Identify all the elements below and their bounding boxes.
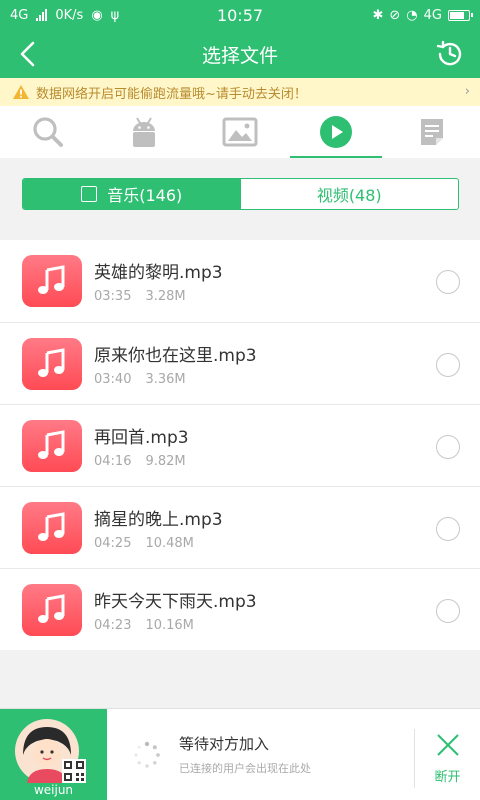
connection-panel: weijun 等待对方加入 已连接的用户会出现在此处 断开: [0, 708, 480, 800]
segment-music[interactable]: 音乐(146): [23, 179, 241, 209]
title-bar: 选择文件: [0, 30, 480, 78]
file-name: 昨天今天下雨天.mp3: [94, 591, 257, 612]
search-icon: [33, 117, 63, 147]
usb-icon: ψ: [110, 7, 120, 23]
signal-icon: [36, 9, 48, 21]
file-size: 3.28M: [145, 289, 186, 304]
qr-code-icon[interactable]: [62, 759, 86, 783]
file-list: 英雄的黎明.mp3 03:35 3.28M 原来你也在这里.mp3 03:40 3.…: [0, 240, 480, 650]
arrow-left-icon: [20, 41, 35, 67]
select-radio[interactable]: [436, 353, 460, 377]
android-icon: [133, 117, 155, 147]
music-note-icon: [22, 501, 82, 554]
file-name: 摘星的晚上.mp3: [94, 509, 223, 530]
data-warning-banner[interactable]: 数据网络开启可能偷跑流量哦~请手动去关闭！ ›: [0, 78, 480, 106]
file-name: 再回首.mp3: [94, 427, 189, 448]
tab-images[interactable]: [192, 106, 288, 158]
image-icon: [222, 117, 258, 147]
alarm-icon: ◔: [406, 7, 418, 23]
file-duration: 04:23: [94, 617, 132, 633]
warning-text: 数据网络开启可能偷跑流量哦~请手动去关闭！: [36, 86, 307, 102]
music-note-icon: [22, 255, 82, 307]
tab-documents[interactable]: [384, 106, 480, 158]
list-item[interactable]: 英雄的黎明.mp3 03:35 3.28M: [0, 240, 480, 322]
disconnect-label: 断开: [434, 770, 461, 785]
file-size: 9.82M: [145, 453, 186, 469]
file-duration: 03:35: [94, 289, 132, 304]
select-radio[interactable]: [436, 517, 460, 541]
file-duration: 04:25: [94, 535, 132, 551]
network-speed: 0K/s: [55, 7, 84, 23]
music-note-icon: [22, 419, 82, 472]
file-size: 10.48M: [145, 535, 194, 551]
chevron-right-icon: ›: [464, 84, 470, 99]
document-icon: [421, 119, 443, 145]
segment-video[interactable]: 视频(48): [241, 179, 459, 209]
network-type-right: 4G: [423, 7, 442, 23]
disconnect-button[interactable]: 断开: [414, 729, 480, 788]
username: weijun: [33, 783, 74, 797]
close-icon: [436, 734, 459, 756]
list-item[interactable]: 昨天今天下雨天.mp3 04:23 10.16M: [0, 568, 480, 650]
segment-video-label: 视频(48): [316, 186, 382, 205]
tab-search[interactable]: [0, 106, 96, 158]
tab-media[interactable]: [288, 106, 384, 158]
list-item[interactable]: 原来你也在这里.mp3 03:40 3.36M: [0, 322, 480, 404]
network-type: 4G: [10, 7, 29, 23]
play-icon: [320, 116, 352, 148]
bluetooth-icon: ✱: [372, 7, 384, 23]
music-note-icon: [22, 583, 82, 636]
media-type-switch: 音乐(146) 视频(48): [22, 178, 459, 210]
file-duration: 04:16: [94, 453, 132, 469]
warning-icon: [13, 85, 29, 99]
hotspot-icon: ◉: [91, 7, 103, 23]
segment-music-label: 音乐(146): [107, 186, 183, 205]
select-radio[interactable]: [436, 270, 460, 294]
mute-icon: ⊘: [389, 7, 401, 23]
my-profile[interactable]: weijun: [0, 709, 107, 800]
file-size: 10.16M: [145, 617, 194, 633]
select-radio[interactable]: [436, 435, 460, 459]
back-button[interactable]: [10, 36, 46, 72]
page-title: 选择文件: [201, 44, 278, 67]
loading-spinner-icon: [134, 741, 160, 768]
file-name: 原来你也在这里.mp3: [94, 345, 257, 366]
waiting-title: 等待对方加入: [179, 735, 270, 753]
file-duration: 03:40: [94, 371, 132, 387]
history-clock-icon: [436, 40, 462, 66]
battery-icon: [448, 9, 473, 21]
waiting-subtitle: 已连接的用户会出现在此处: [179, 762, 311, 775]
music-note-icon: [22, 337, 82, 390]
waiting-status: 等待对方加入 已连接的用户会出现在此处: [107, 709, 414, 800]
file-size: 3.36M: [145, 371, 186, 387]
tab-apps[interactable]: [96, 106, 192, 158]
category-tabs: [0, 106, 480, 158]
list-item[interactable]: 摘星的晚上.mp3 04:25 10.48M: [0, 486, 480, 568]
select-radio[interactable]: [436, 599, 460, 623]
status-bar: 4G 0K/s ◉ ψ 10:57 ✱ ⊘ ◔ 4G: [0, 0, 480, 30]
history-button[interactable]: [432, 36, 468, 72]
file-name: 英雄的黎明.mp3: [94, 263, 223, 283]
list-item[interactable]: 再回首.mp3 04:16 9.82M: [0, 404, 480, 486]
select-all-checkbox[interactable]: [81, 186, 98, 202]
